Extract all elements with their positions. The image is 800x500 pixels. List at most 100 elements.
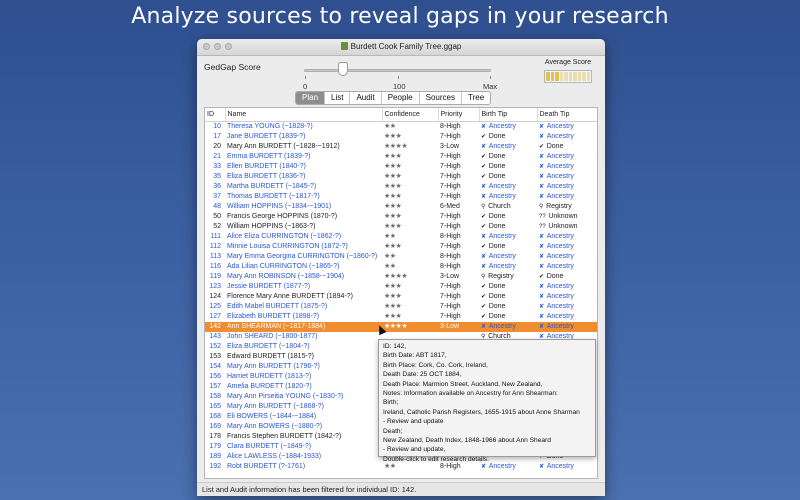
- table-row[interactable]: 142 Ann SHEARMAN (~1817-1884) ★★★★ 3-Low ✘ A…: [205, 322, 597, 332]
- close-button[interactable]: [203, 43, 210, 50]
- column-header[interactable]: Name: [225, 108, 383, 122]
- zoom-button[interactable]: [225, 43, 232, 50]
- table-row[interactable]: 36 Martha BURDETT (~1845-?) ★★★ 7-High ✘ Anc…: [205, 182, 597, 192]
- cell-id: 178: [209, 433, 221, 440]
- cell-name: Ellen BURDETT (1840-?): [227, 163, 306, 170]
- cell-priority: 8-High: [440, 253, 461, 260]
- cell-id: 37: [213, 193, 221, 200]
- table-row[interactable]: 48 William HOPPINS (~1834-~1901) ★★★ 6-Med ⚲…: [205, 202, 597, 212]
- cell-conf: ★★★: [384, 163, 402, 170]
- minimize-button[interactable]: [214, 43, 221, 50]
- tip-label: Ancestry: [546, 123, 574, 130]
- cell-id: 158: [209, 393, 221, 400]
- slider-tick: [398, 76, 399, 79]
- table-row[interactable]: 127 Elizabeth BURDETT (1898-?) ★★★ 7-High ✔ …: [205, 312, 597, 322]
- checkmark-icon: ✔: [481, 174, 488, 180]
- table-row[interactable]: 119 Mary Ann ROBINSON (~1858-~1904) ★★★★ 3-…: [205, 272, 597, 282]
- tip-label: Unknown: [548, 213, 578, 220]
- cell-conf: ★★: [384, 233, 396, 240]
- column-header[interactable]: Death Tip: [537, 108, 597, 122]
- tab-list[interactable]: List: [325, 92, 351, 104]
- score-slider-thumb[interactable]: [338, 62, 348, 76]
- checkmark-icon: ✔: [481, 244, 488, 250]
- table-row[interactable]: 37 Thomas BURDETT (~1817-?) ★★★ 7-High ✘ Anc…: [205, 192, 597, 202]
- checkmark-icon: ✔: [481, 304, 488, 310]
- checkmark-icon: ✔: [481, 314, 488, 320]
- column-header[interactable]: Birth Tip: [479, 108, 538, 122]
- cell-name: Alice Eliza CURRINGTON (~1862-?): [227, 233, 342, 240]
- cell-conf: ★★★: [384, 203, 402, 210]
- view-tabs: Plan List Audit People Sources Tree: [295, 91, 492, 105]
- tip-label: Ancestry: [546, 283, 574, 290]
- ancestry-icon: ✘: [481, 124, 488, 130]
- cell-name: Edith Mabel BURDETT (1875-?): [227, 303, 328, 310]
- ancestry-icon: ✘: [539, 304, 546, 310]
- tip-label: Done: [488, 243, 506, 250]
- cell-conf: ★★★★: [384, 273, 408, 280]
- cell-name: Mary Ann BURDETT (~1828-~1912): [227, 143, 340, 150]
- cell-priority: 7-High: [440, 213, 461, 220]
- unknown-icon: ??: [539, 224, 548, 230]
- tip-label: Ancestry: [488, 193, 516, 200]
- tooltip-line: Death;: [383, 427, 403, 435]
- table-row[interactable]: 20 Mary Ann BURDETT (~1828-~1912) ★★★★ 3-Lo…: [205, 142, 597, 152]
- cell-id: 168: [209, 413, 221, 420]
- ancestry-icon: ✘: [481, 184, 488, 190]
- tooltip-line: Death Place: Marmion Street, Auckland, N…: [383, 380, 543, 388]
- table-row[interactable]: 124 Florence Mary Anne BURDETT (1894-?) ★★…: [205, 292, 597, 302]
- cell-name: Mary Ann BOWERS (~1880-?): [227, 423, 323, 430]
- score-slider-track[interactable]: [304, 69, 491, 72]
- table-row[interactable]: 35 Eliza BURDETT (1836-?) ★★★ 7-High ✔ Done ✘…: [205, 172, 597, 182]
- cell-name: Theresa YOUNG (~1828-?): [227, 123, 313, 130]
- cell-priority: 7-High: [440, 133, 461, 140]
- table-row[interactable]: 17 Jane BURDETT (1839-?) ★★★ 7-High ✔ Done ✘ …: [205, 132, 597, 142]
- tip-label: Registry: [546, 203, 572, 210]
- ancestry-icon: ✘: [539, 234, 546, 240]
- cell-id: 10: [213, 123, 221, 130]
- unknown-icon: ??: [539, 214, 548, 220]
- tab-tree[interactable]: Tree: [462, 92, 490, 104]
- column-header[interactable]: ID: [205, 108, 226, 122]
- ancestry-icon: ✘: [481, 234, 488, 240]
- table-row[interactable]: 33 Ellen BURDETT (1840-?) ★★★ 7-High ✔ Done ✘…: [205, 162, 597, 172]
- table-row[interactable]: 112 Minnie Louisa CURRINGTON (1872-?) ★★★ 7…: [205, 242, 597, 252]
- table-row[interactable]: 125 Edith Mabel BURDETT (1875-?) ★★★ 7-High…: [205, 302, 597, 312]
- column-header[interactable]: Priority: [438, 108, 480, 122]
- tab-sources[interactable]: Sources: [420, 92, 462, 104]
- tab-people[interactable]: People: [382, 92, 420, 104]
- cell-name: Amelia BURDETT (1820-?): [227, 383, 312, 390]
- cell-conf: ★★: [384, 123, 396, 130]
- person-tooltip: ID: 142, Birth Date: ABT 1817, Birth Place…: [378, 339, 596, 463]
- table-row[interactable]: 52 William HOPPINS (~1863-?) ★★★ 7-High ✔ Do…: [205, 222, 597, 232]
- checkmark-icon: ✔: [481, 214, 488, 220]
- table-row[interactable]: 113 Mary Emma Georgina CURRINGTON (~1860-…: [205, 252, 597, 262]
- cell-priority: 8-High: [440, 263, 461, 270]
- cell-name: Mary Ann Pirseitia YOUNG (~1830-?): [227, 393, 344, 400]
- column-header[interactable]: Confidence: [382, 108, 439, 122]
- tooltip-line: Birth Date: ABT 1817,: [383, 352, 447, 360]
- tooltip-line: Birth;: [383, 399, 399, 407]
- ancestry-icon: ✘: [539, 154, 546, 160]
- table-row[interactable]: 111 Alice Eliza CURRINGTON (~1862-?) ★★ 8-H…: [205, 232, 597, 242]
- cell-id: 189: [209, 453, 221, 460]
- cell-id: 142: [205, 322, 225, 332]
- tab-plan[interactable]: Plan: [296, 92, 326, 104]
- cell-conf: ★★★★: [384, 143, 408, 150]
- table-row[interactable]: 10 Theresa YOUNG (~1828-?) ★★ 8-High ✘ Ances…: [205, 122, 597, 133]
- cell-name: Elizabeth BURDETT (1898-?): [227, 313, 320, 320]
- cell-priority: 7-High: [440, 183, 461, 190]
- cell-name: Francis George HOPPINS (1870-?): [227, 213, 338, 220]
- table-row[interactable]: 116 Ada Lilian CURRINGTON (~1865-?) ★★ 8-Hi…: [205, 262, 597, 272]
- tab-audit[interactable]: Audit: [350, 92, 382, 104]
- table-row[interactable]: 50 Francis George HOPPINS (1870-?) ★★★ 7-Hi…: [205, 212, 597, 222]
- ancestry-icon: ✘: [539, 464, 546, 470]
- table-row[interactable]: 21 Emma BURDETT (1839-?) ★★★ 7-High ✔ Done ✘ …: [205, 152, 597, 162]
- cell-priority: 7-High: [440, 243, 461, 250]
- cell-priority: 7-High: [440, 223, 461, 230]
- cell-id: 17: [213, 133, 221, 140]
- tip-label: Church: [488, 203, 511, 210]
- cell-priority: 7-High: [440, 313, 461, 320]
- cell-conf: ★★★: [384, 133, 402, 140]
- table-row[interactable]: 123 Jessie BURDETT (1877-?) ★★★ 7-High ✔ Don…: [205, 282, 597, 292]
- average-score-label: Average Score: [544, 59, 592, 66]
